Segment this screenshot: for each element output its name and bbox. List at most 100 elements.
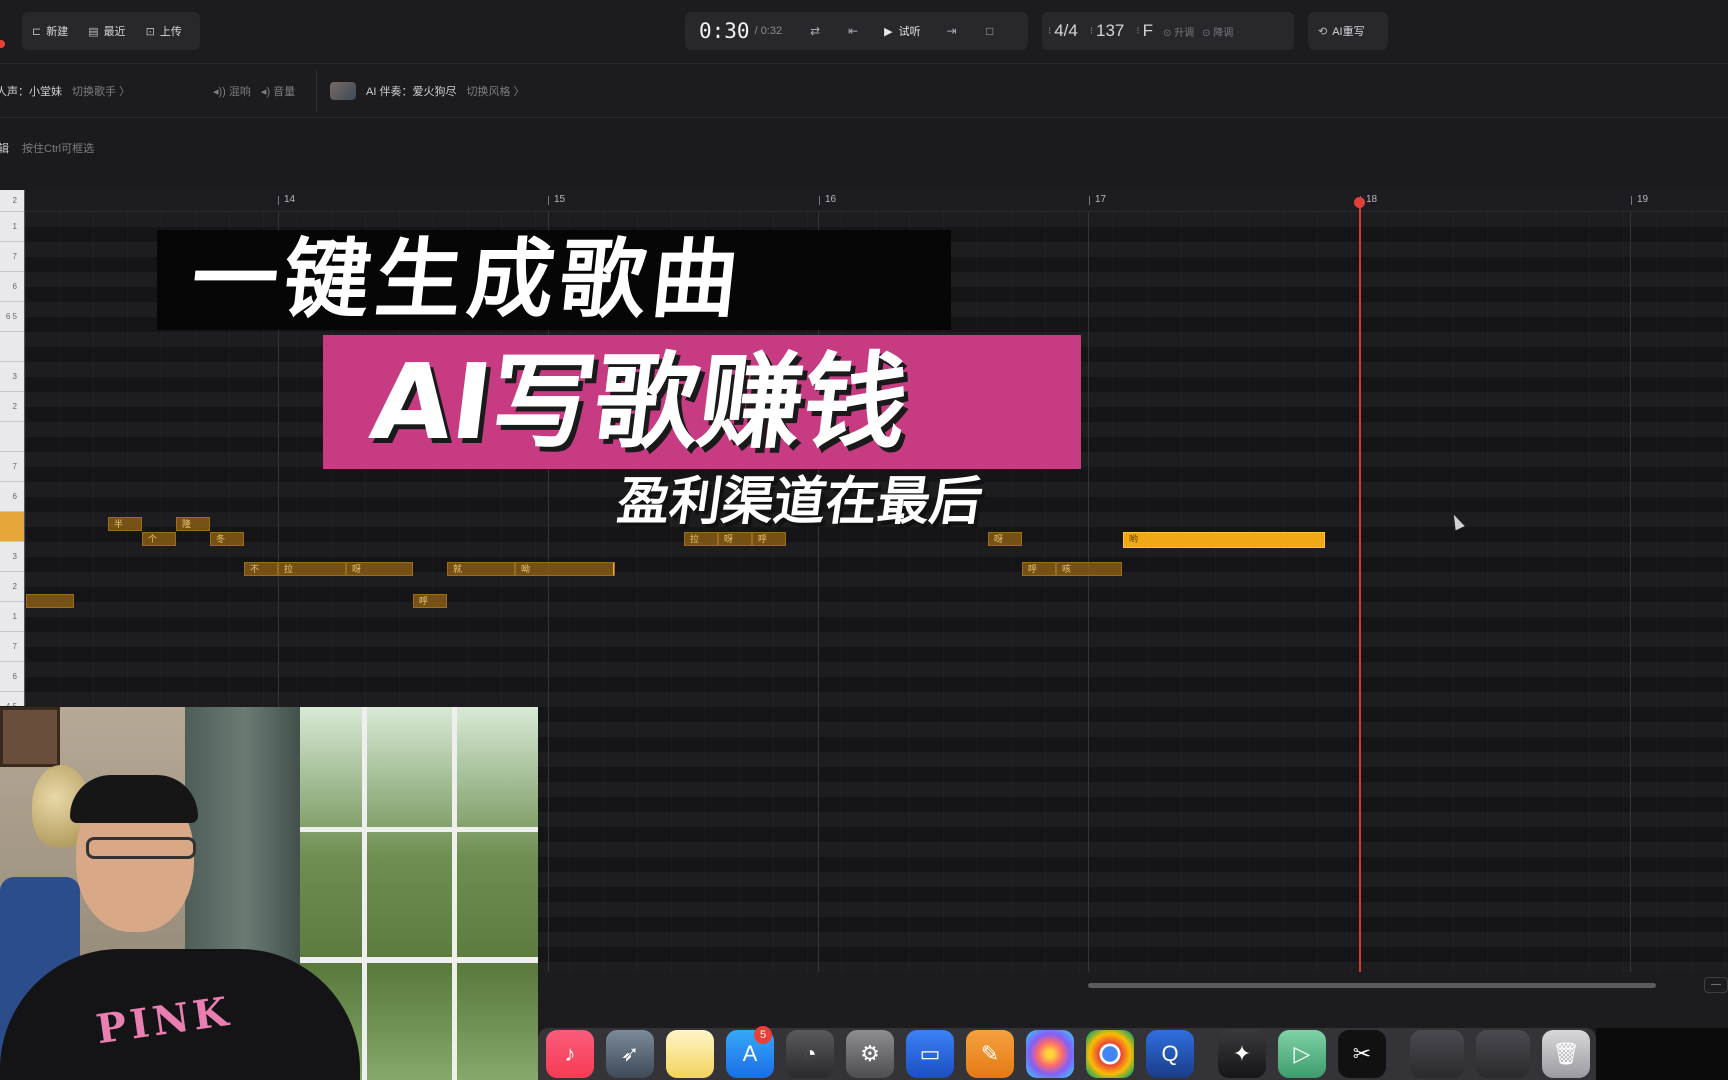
piano-key[interactable]: 2 [0,190,24,212]
bar-number: 15 [547,194,566,205]
melody-note[interactable]: 呼 [752,532,786,546]
horizontal-scrollbar[interactable] [1088,983,1656,988]
app-store-badge: 5 [754,1026,772,1044]
upload-button[interactable]: ⊡ 上传 [136,12,192,50]
melody-note[interactable] [26,594,74,608]
piano-key[interactable] [0,332,24,362]
chrome-icon[interactable] [1086,1030,1134,1078]
melody-note[interactable]: 呀 [988,532,1022,546]
piano-key-active[interactable] [0,512,24,542]
bar-number: 18 [1359,194,1378,205]
upload-icon: ⊡ [145,25,155,38]
stop-icon[interactable]: □ [971,24,1009,38]
piano-key[interactable]: 6 [0,272,24,302]
app-store-icon[interactable]: A5 [726,1026,774,1078]
piano-key[interactable]: 1 [0,212,24,242]
piano-key[interactable]: 3 [0,542,24,572]
new-button[interactable]: ⊏ 新建 [22,12,78,50]
melody-note[interactable]: 呀 [718,532,752,546]
piano-key[interactable]: 3 [0,362,24,392]
piano-key[interactable]: 2 [0,572,24,602]
melody-note[interactable]: 半 [108,517,142,531]
photos-icon[interactable] [1026,1030,1074,1078]
piano-key[interactable]: 1 [0,602,24,632]
piano-key[interactable]: 6 [0,662,24,692]
playhead-handle[interactable] [1354,197,1365,208]
melody-note[interactable]: 呦 [515,562,615,576]
timeline-ruler[interactable]: 14 15 16 17 18 19 [0,190,1728,212]
record-indicator [0,40,5,48]
launchpad-icon[interactable]: ➶ [606,1030,654,1078]
time-signature[interactable]: ⁝ 4/4 [1042,21,1084,41]
skip-forward-icon[interactable]: ⇥ [933,24,971,38]
loop-icon[interactable]: ⇄ [796,24,834,38]
piano-key[interactable]: 6 5 [0,302,24,332]
ai-rewrite-group: ⟲ AI重写 [1308,12,1388,50]
minimized-window-icon[interactable] [1476,1030,1530,1078]
piano-key[interactable]: 4 5 [0,692,24,706]
piano-key[interactable]: 7 [0,242,24,272]
piano-key[interactable]: 7 [0,452,24,482]
key-selector[interactable]: ⁝ F [1130,21,1159,41]
melody-note[interactable]: 呀 [346,562,413,576]
melody-note[interactable]: 拉 [684,532,718,546]
top-toolbar: ⊏ 新建 ▤ 最近 ⊡ 上传 0:30 / 0:32 ⇄ ⇤ ▶ 试听 ⇥ □ ⁝ 4/4… [0,0,1728,64]
capcut-icon[interactable]: ✂ [1338,1030,1386,1078]
melody-note[interactable]: 呼 [413,594,447,608]
accompaniment-section: AI 伴奏：爱火狗尽 切换风格 〉 [330,64,525,118]
final-cut-icon[interactable]: ✦ [1218,1030,1266,1078]
music-app-icon[interactable]: ♪ [546,1030,594,1078]
piano-key[interactable]: 2 [0,392,24,422]
melody-note[interactable]: 个 [142,532,176,546]
melody-note[interactable]: 不 [244,562,278,576]
melody-note[interactable]: 拉 [278,562,346,576]
edit-label: 辑 [0,143,9,155]
playhead[interactable] [1359,200,1361,972]
skip-back-icon[interactable]: ⇤ [834,24,872,38]
notes-app-icon[interactable] [666,1030,714,1078]
piano-key[interactable] [0,422,24,452]
tempo[interactable]: ⁝ 137 [1084,21,1131,41]
activity-monitor-icon[interactable]: ◔ [786,1030,834,1078]
reverb-button[interactable]: ◂)) 混响 [213,83,251,99]
ai-rewrite-button[interactable]: ⟲ AI重写 [1308,12,1375,50]
selected-note[interactable]: 哟 [1123,532,1325,548]
zoom-out-button[interactable]: — [1704,977,1728,993]
recent-button[interactable]: ▤ 最近 [78,12,135,50]
melody-note[interactable]: 隆 [176,517,210,531]
piano-key[interactable]: 6 [0,482,24,512]
window-mullion [300,827,538,832]
person-glasses [86,837,196,859]
hint-text: 按住Ctrl可框选 [22,143,95,155]
person-hair [70,775,198,823]
keynote-icon[interactable]: ▭ [906,1030,954,1078]
pages-icon[interactable]: ✎ [966,1030,1014,1078]
switch-style-link[interactable]: 切换风格 〉 [466,83,524,99]
bar-number: 16 [818,194,837,205]
audition-button[interactable]: ▶ 试听 [872,23,932,39]
accompaniment-label: AI 伴奏：爱火狗尽 [366,86,457,98]
screen-corner [1596,1028,1728,1080]
time-signature-icon: ⁝ [1048,25,1052,37]
piano-key[interactable]: 7 [0,632,24,662]
ai-rewrite-icon: ⟲ [1318,25,1328,38]
melody-note[interactable]: 就 [447,562,515,576]
system-settings-icon[interactable]: ⚙ [846,1030,894,1078]
melody-note[interactable]: 冬 [210,532,244,546]
melody-note[interactable]: 咳 [1056,562,1122,576]
quicktime-icon[interactable]: Q [1146,1030,1194,1078]
transpose-up-button[interactable]: ⊙ 升调 [1159,24,1198,39]
volume-button[interactable]: ◂) 音量 [261,83,295,99]
bar-number: 19 [1630,194,1649,205]
motion-icon[interactable]: ▷ [1278,1030,1326,1078]
minimized-window-icon[interactable] [1410,1030,1464,1078]
trash-icon[interactable]: 🗑 [1542,1030,1590,1078]
macos-dock: ♪ ➶ A5 ◔ ⚙ ▭ ✎ Q ✦ ▷ ✂ 🗑 [538,1026,1596,1080]
current-time: 0:30 [699,19,750,43]
reverb-icon: ◂)) [213,86,226,98]
melody-note[interactable]: 呼 [1022,562,1056,576]
switch-singer-link[interactable]: 切换歌手 〉 [72,83,130,99]
transpose-down-button[interactable]: ⊙ 降调 [1198,24,1237,39]
window-mullion [452,707,457,1080]
subtitle-caption: 盈利渠道在最后 [613,472,987,532]
